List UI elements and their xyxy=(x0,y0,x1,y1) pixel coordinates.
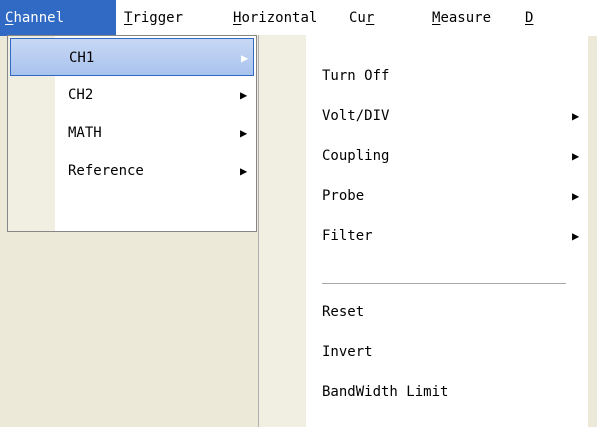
menu-channel[interactable]: Channel xyxy=(0,0,116,36)
menu-item-filter[interactable]: Filter ▶ xyxy=(259,217,587,255)
ch1-submenu: Turn Off Volt/DIV ▶ Coupling ▶ Probe ▶ F… xyxy=(258,35,588,427)
menu-item-invert[interactable]: Invert xyxy=(259,333,587,371)
menu-item-ch1-label: CH1 xyxy=(69,50,95,66)
menu-measure-rest: easure xyxy=(440,10,492,26)
chevron-right-icon: ▶ xyxy=(240,164,248,178)
menu-trigger[interactable]: Trigger xyxy=(124,0,232,36)
menu-item-coupling[interactable]: Coupling ▶ xyxy=(259,137,587,175)
menu-cursor[interactable]: Cur xyxy=(349,0,421,36)
menu-item-ch2[interactable]: CH2 ▶ xyxy=(10,76,254,114)
menu-item-coupling-label: Coupling xyxy=(322,148,390,164)
menu-bar: Channel Trigger Horizontal Cur Measure D xyxy=(0,0,597,36)
menu-item-turn-off[interactable]: Turn Off xyxy=(259,57,587,95)
channel-menu: CH1 ▶ CH2 ▶ MATH ▶ Reference ▶ xyxy=(7,35,257,232)
menu-item-volt-div[interactable]: Volt/DIV ▶ xyxy=(259,97,587,135)
menu-item-reference[interactable]: Reference ▶ xyxy=(10,152,254,190)
menu-item-filter-label: Filter xyxy=(322,228,373,244)
menu-trigger-rest: rigger xyxy=(132,10,184,26)
menu-item-turn-off-label: Turn Off xyxy=(322,68,390,84)
menu-item-probe-label: Probe xyxy=(322,188,365,204)
menu-trigger-mnemonic: T xyxy=(124,10,133,26)
menu-item-math-label: MATH xyxy=(68,125,102,141)
menu-item-bandwidth-limit-label: BandWidth Limit xyxy=(322,384,449,400)
chevron-right-icon: ▶ xyxy=(572,109,580,123)
menu-horizontal-mnemonic: H xyxy=(233,10,242,26)
menu-cursor-rest: Cu xyxy=(349,10,366,26)
menu-item-probe[interactable]: Probe ▶ xyxy=(259,177,587,215)
menu-separator xyxy=(322,283,566,284)
menu-item-math[interactable]: MATH ▶ xyxy=(10,114,254,152)
chevron-right-icon: ▶ xyxy=(240,126,248,140)
menu-measure[interactable]: Measure xyxy=(432,0,517,36)
menu-item-reset[interactable]: Reset xyxy=(259,293,587,331)
menu-channel-rest: hannel xyxy=(13,10,65,26)
menu-item-bandwidth-limit[interactable]: BandWidth Limit xyxy=(259,373,587,411)
menu-measure-mnemonic: M xyxy=(432,10,441,26)
menu-horizontal[interactable]: Horizontal xyxy=(233,0,349,36)
menu-channel-mnemonic: C xyxy=(5,10,14,26)
menu-cursor-mnemonic: r xyxy=(365,10,375,26)
menu-item-invert-label: Invert xyxy=(322,344,373,360)
chevron-right-icon: ▶ xyxy=(572,149,580,163)
menu-item-volt-div-label: Volt/DIV xyxy=(322,108,390,124)
chevron-right-icon: ▶ xyxy=(241,51,249,65)
menu-item-ch1[interactable]: CH1 ▶ xyxy=(10,38,254,76)
menu-display-label: D xyxy=(525,10,534,26)
menu-item-ch2-label: CH2 xyxy=(68,87,94,103)
menu-item-reset-label: Reset xyxy=(322,304,365,320)
chevron-right-icon: ▶ xyxy=(572,229,580,243)
menu-horizontal-rest: orizontal xyxy=(241,10,318,26)
chevron-right-icon: ▶ xyxy=(572,189,580,203)
menu-item-reference-label: Reference xyxy=(68,163,144,179)
chevron-right-icon: ▶ xyxy=(240,88,248,102)
menu-display-partial[interactable]: D xyxy=(525,0,545,36)
